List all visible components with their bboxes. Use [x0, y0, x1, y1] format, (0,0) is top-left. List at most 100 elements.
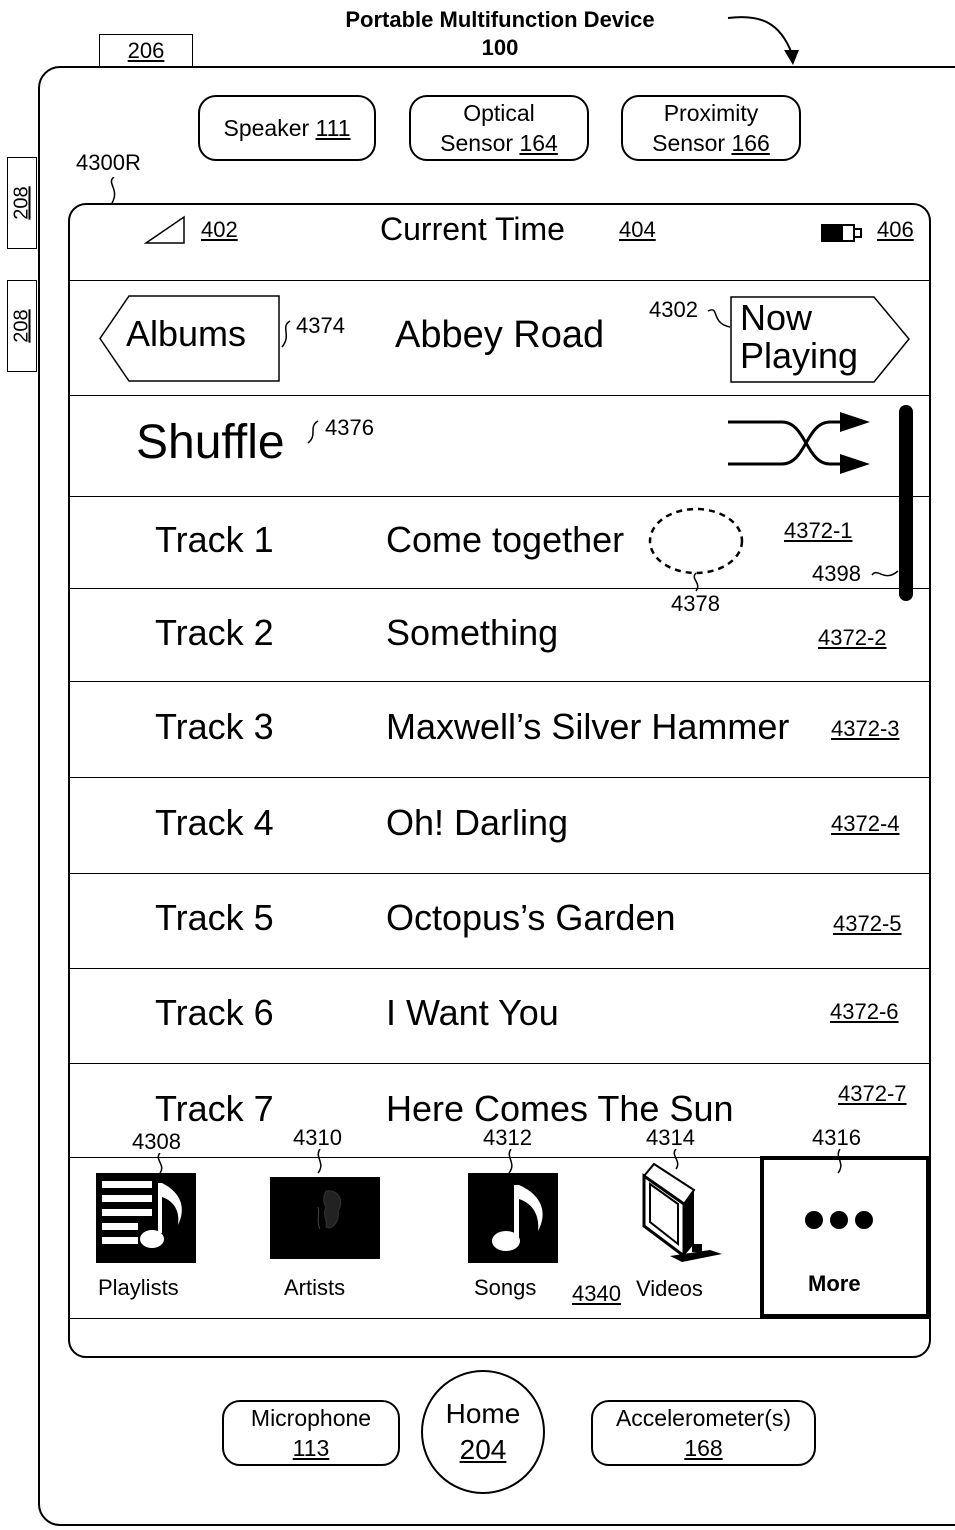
track-ref: 4372-2 — [818, 625, 887, 650]
track-ref: 4372-7 — [838, 1081, 907, 1106]
contact-indicator — [648, 507, 744, 592]
device-pointer-arrow — [727, 16, 799, 65]
track-title: I Want You — [386, 992, 559, 1033]
shuffle-ref: 4376 — [325, 415, 374, 440]
tab-playlists-label: Playlists — [98, 1275, 179, 1300]
track-label: Track 3 — [155, 706, 274, 747]
track-title: Octopus’s Garden — [386, 897, 676, 938]
artists-icon — [270, 1177, 380, 1259]
microphone-label: Microphone — [250, 1405, 372, 1431]
tab-songs-ref: 4312 — [483, 1125, 532, 1150]
tab-more-ref: 4316 — [812, 1125, 861, 1150]
time-ref: 404 — [619, 217, 656, 242]
microphone-ref: 113 — [292, 1435, 330, 1461]
device-top-tab: 206 — [99, 34, 193, 67]
albums-back-label: Albums — [126, 313, 247, 354]
optical-sensor-box: Optical Sensor 164 — [409, 95, 589, 161]
shuffle-ref-leader — [307, 420, 319, 444]
speaker-box: Speaker 111 — [198, 95, 376, 161]
tab-songs[interactable]: Songs — [462, 1171, 572, 1311]
track-row[interactable]: Track 1 Come together 4372-1 — [70, 497, 929, 588]
track-ref: 4372-4 — [831, 811, 900, 836]
track-row[interactable]: Track 4 Oh! Darling 4372-4 — [70, 778, 929, 873]
tab-videos-label: Videos — [636, 1276, 703, 1301]
track-ref: 4372-6 — [830, 999, 899, 1024]
microphone-box: Microphone 113 — [222, 1400, 400, 1466]
track-label: Track 4 — [155, 802, 274, 843]
optical-sensor-ref: 164 — [519, 130, 558, 156]
screen-ref-leader — [110, 177, 116, 204]
shuffle-icon — [728, 412, 870, 474]
status-divider — [70, 280, 929, 281]
tab-artists-label: Artists — [284, 1275, 346, 1300]
proximity-sensor-box: Proximity Sensor 166 — [621, 95, 801, 161]
tab-more-label: More — [808, 1271, 861, 1296]
tab-videos-ref: 4314 — [646, 1125, 695, 1150]
back-ref-leader — [281, 320, 291, 348]
home-label: Home — [445, 1398, 521, 1429]
more-icon — [805, 1211, 873, 1229]
now-playing-ref: 4302 — [649, 297, 698, 322]
screen-ref: 4300R — [76, 150, 141, 175]
device-title-line1: Portable Multifunction Device — [345, 7, 655, 32]
track-label: Track 7 — [155, 1088, 274, 1129]
tab-artists-ref: 4310 — [293, 1125, 342, 1150]
tab-playlists-ref: 4308 — [132, 1129, 181, 1154]
side-button-upper-ref: 208 — [10, 186, 33, 220]
track-title: Come together — [386, 519, 625, 560]
now-playing-label: Now Playing — [740, 299, 858, 375]
back-ref: 4374 — [296, 313, 345, 338]
home-button[interactable]: Home 204 — [421, 1370, 545, 1494]
songs-icon — [468, 1173, 558, 1263]
speaker-label: Speaker — [223, 115, 310, 141]
proximity-sensor-label-line2: Sensor — [652, 130, 726, 156]
track-label: Track 6 — [155, 992, 274, 1033]
accelerometer-box: Accelerometer(s) 168 — [591, 1400, 816, 1466]
speaker-ref: 111 — [315, 115, 351, 141]
track-ref: 4372-1 — [784, 518, 853, 543]
track-row[interactable]: Track 6 I Want You 4372-6 — [70, 969, 929, 1064]
signal-strength-icon — [144, 215, 185, 244]
side-button-lower[interactable]: 208 — [7, 280, 37, 372]
home-ref: 204 — [459, 1434, 507, 1465]
touch-screen: 402 Current Time 404 406 Albums 4374 Abb… — [68, 203, 931, 1358]
scroll-indicator-ref: 4398 — [812, 561, 861, 586]
track-row[interactable]: Track 3 Maxwell’s Silver Hammer 4372-3 — [70, 682, 929, 777]
battery-icon — [821, 224, 862, 242]
device-title-line2: 100 — [481, 35, 519, 60]
album-title: Abbey Road — [395, 314, 605, 356]
current-time: Current Time — [380, 211, 565, 247]
tab-playlists[interactable]: Playlists — [92, 1171, 202, 1311]
track-row[interactable]: Track 5 Octopus’s Garden 4372-5 — [70, 874, 929, 969]
track-title: Maxwell’s Silver Hammer — [386, 706, 790, 747]
playlists-icon — [96, 1173, 196, 1263]
signal-ref: 402 — [201, 217, 238, 242]
track-title: Here Comes The Sun — [386, 1088, 734, 1129]
track-title: Something — [386, 612, 559, 653]
tabbar-bottom-line — [70, 1318, 929, 1319]
proximity-sensor-label-line1: Proximity — [663, 100, 759, 126]
track-title: Oh! Darling — [386, 802, 569, 843]
track-label: Track 5 — [155, 897, 274, 938]
track-ref: 4372-5 — [833, 911, 902, 936]
track-label: Track 2 — [155, 612, 274, 653]
device-title: Portable Multifunction Device 100 — [300, 6, 700, 62]
tab-artists[interactable]: Artists — [260, 1171, 380, 1311]
now-playing-line2: Playing — [740, 335, 859, 376]
tab-videos[interactable]: Videos — [636, 1160, 746, 1310]
tab-songs-label: Songs — [474, 1275, 537, 1300]
tabbar-ref: 4340 — [572, 1281, 621, 1306]
track-row[interactable]: Track 2 Something 4372-2 — [70, 589, 929, 681]
shuffle-label: Shuffle — [136, 416, 285, 469]
track-label: Track 1 — [155, 519, 274, 560]
side-button-upper[interactable]: 208 — [7, 157, 37, 249]
side-button-lower-ref: 208 — [10, 309, 33, 343]
tab-more[interactable]: More — [760, 1156, 929, 1318]
accelerometer-ref: 168 — [684, 1435, 723, 1461]
battery-ref: 406 — [877, 217, 914, 242]
scroll-indicator-leader — [871, 570, 899, 577]
videos-icon — [642, 1162, 722, 1262]
optical-sensor-label-line2: Sensor — [440, 130, 514, 156]
track-ref: 4372-3 — [831, 716, 900, 741]
now-playing-line1: Now — [740, 297, 813, 338]
